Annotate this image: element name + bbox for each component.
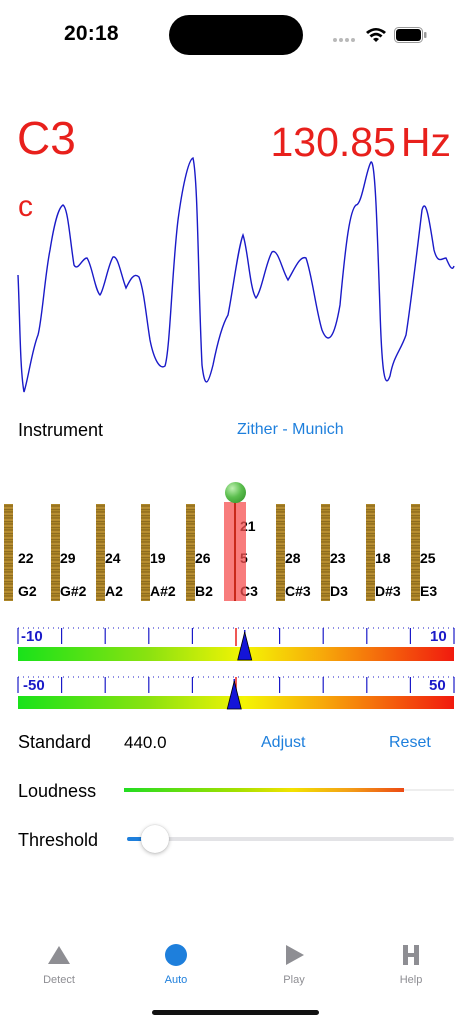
string-note-label: D#3 [375, 583, 401, 599]
string-d3[interactable] [321, 504, 330, 601]
tab-label: Help [399, 974, 423, 986]
threshold-slider-track[interactable] [127, 837, 454, 841]
string-number: 28 [285, 550, 301, 566]
loudness-label: Loudness [18, 781, 97, 801]
play-icon [286, 945, 304, 965]
tab-label: Detect [43, 974, 75, 986]
string-note-label: D3 [330, 583, 348, 599]
tab-auto[interactable]: Auto [136, 942, 216, 986]
string-note-label: B2 [195, 583, 213, 599]
threshold-label: Threshold [18, 830, 99, 850]
string-e3[interactable] [411, 504, 420, 601]
string-number: 19 [150, 550, 166, 566]
cellular-signal-icon [333, 38, 357, 44]
status-time: 20:18 [64, 22, 119, 45]
active-string-line [234, 502, 236, 601]
tab-detect[interactable]: Detect [19, 942, 99, 986]
reset-button[interactable]: Reset [389, 734, 431, 752]
string-number: 25 [420, 550, 436, 566]
coarse-tuning-needle [226, 679, 242, 710]
battery-icon [394, 27, 427, 43]
wifi-icon [366, 28, 386, 42]
string-note-label: G2 [18, 583, 37, 599]
string-g-sharp2[interactable] [51, 504, 60, 601]
help-h-icon [403, 945, 419, 965]
string-a-sharp2[interactable] [141, 504, 150, 601]
standard-label: Standard [18, 732, 92, 752]
needle-pointer [226, 680, 242, 710]
string-number: 22 [18, 550, 34, 566]
fine-tuning-meter: -10 10 [0, 626, 471, 666]
home-indicator [152, 1010, 319, 1015]
string-note-label: E3 [420, 583, 438, 599]
waveform-line [17, 157, 455, 393]
pitch-indicator-ball [225, 482, 246, 503]
loudness-track [404, 789, 454, 791]
fine-tuning-needle [237, 630, 253, 661]
string-note-label: A2 [105, 583, 123, 599]
tab-label: Auto [164, 974, 188, 986]
needle-pointer [237, 631, 253, 661]
dynamic-island [169, 15, 303, 55]
circle-icon [165, 944, 187, 966]
string-a2[interactable] [96, 504, 105, 601]
string-number: 29 [60, 550, 76, 566]
string-number: 23 [330, 550, 346, 566]
string-number: 26 [195, 550, 211, 566]
string-note-label: A#2 [150, 583, 176, 599]
string-c-sharp3[interactable] [276, 504, 285, 601]
coarse-tuning-meter: -50 50 [0, 675, 471, 715]
string-g2[interactable] [4, 504, 13, 601]
string-note-label: G#2 [60, 583, 87, 599]
string-number: 18 [375, 550, 391, 566]
triangle-icon [48, 946, 70, 964]
loudness-level-bar [124, 788, 404, 792]
string-b2[interactable] [186, 504, 195, 601]
instrument-selector[interactable]: Zither - Munich [237, 421, 344, 439]
threshold-slider-thumb[interactable] [141, 825, 169, 853]
string-d-sharp3[interactable] [366, 504, 375, 601]
adjust-button[interactable]: Adjust [261, 734, 305, 752]
instrument-label: Instrument [18, 420, 104, 440]
standard-value: 440.0 [124, 733, 167, 752]
string-note-label: C#3 [285, 583, 311, 599]
tab-play[interactable]: Play [254, 942, 334, 986]
tab-help[interactable]: Help [371, 942, 451, 986]
string-number: 24 [105, 550, 121, 566]
waveform-display [17, 157, 455, 393]
tab-label: Play [283, 974, 305, 986]
